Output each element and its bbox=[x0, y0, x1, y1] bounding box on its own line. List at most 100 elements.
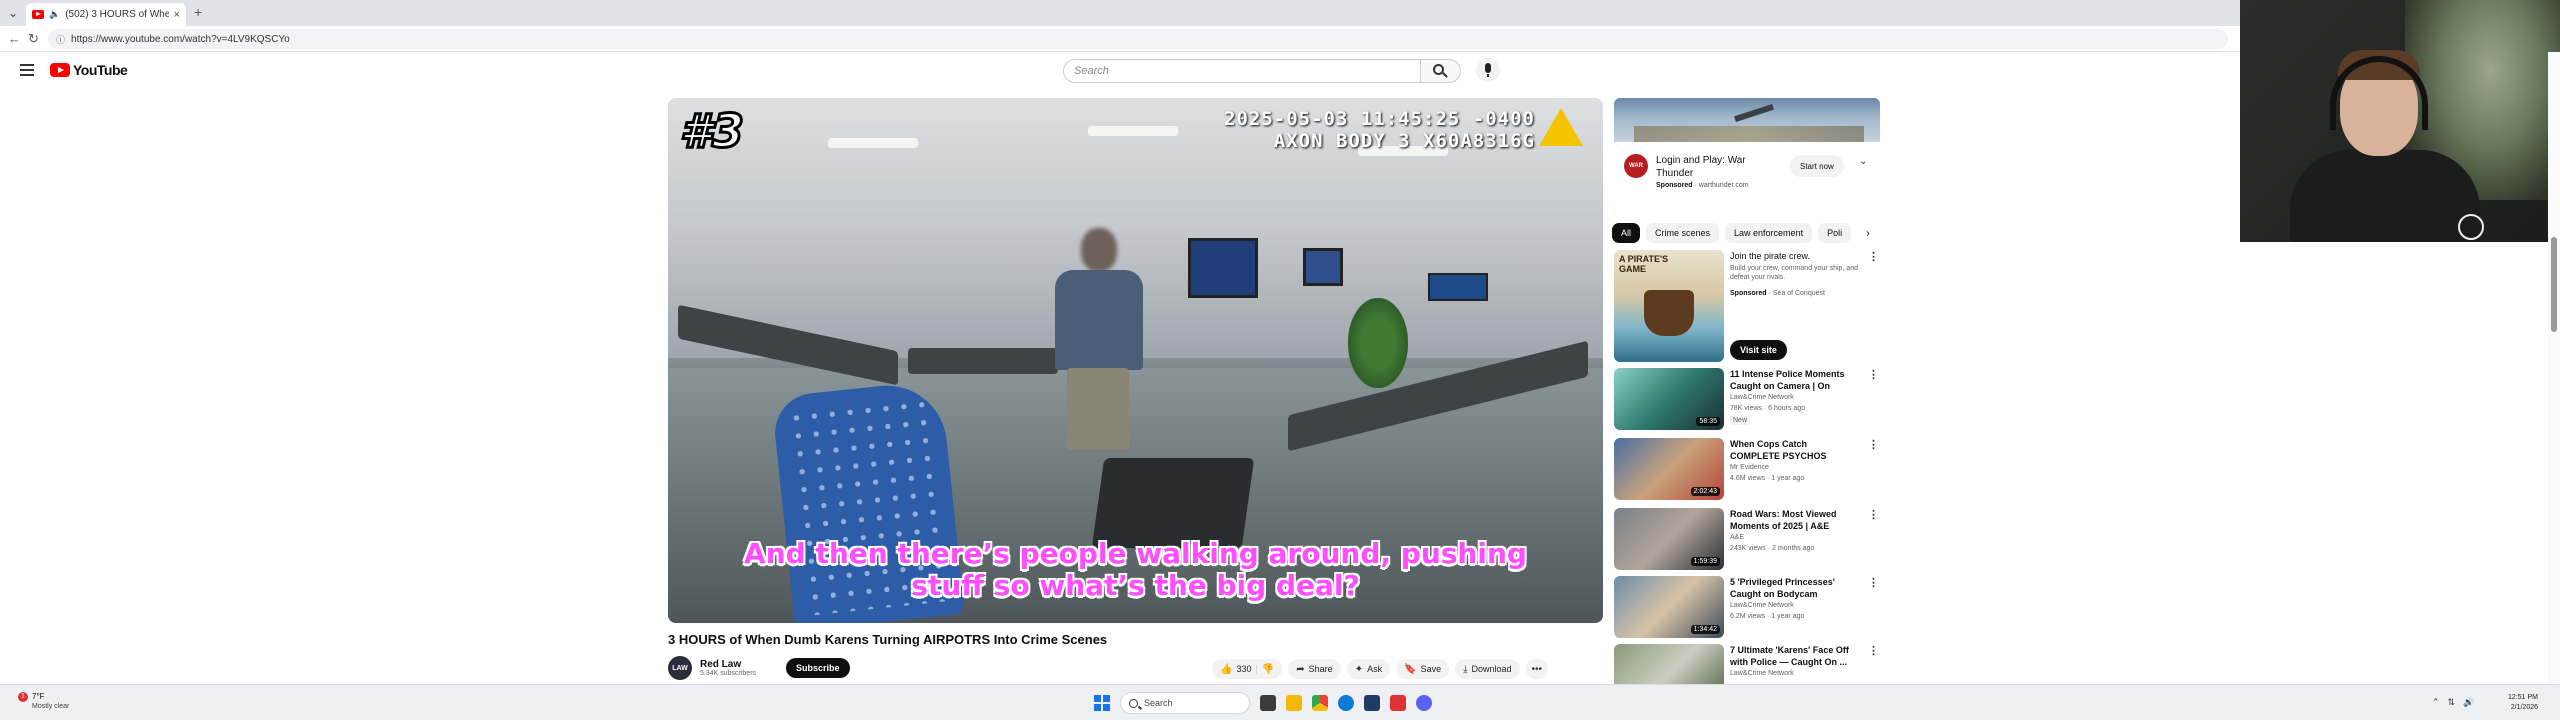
app-red-icon[interactable] bbox=[1390, 695, 1406, 711]
recommendation-thumbnail[interactable]: 58:35 bbox=[1614, 368, 1724, 430]
bodycam-stamp: 2025-05-03 11:45:25 -0400 AXON BODY 3 X6… bbox=[1224, 108, 1535, 152]
recommendation-item[interactable]: 1:34:42 5 'Privileged Princesses' Caught… bbox=[1614, 576, 1880, 638]
chip-law-enforcement[interactable]: Law enforcement bbox=[1725, 223, 1813, 243]
recommendation-title[interactable]: When Cops Catch COMPLETE PSYCHOS bbox=[1730, 438, 1858, 462]
recommendation-channel[interactable]: Mr Evidence bbox=[1730, 464, 1769, 471]
temperature: 7°F bbox=[32, 692, 45, 701]
task-view-icon[interactable] bbox=[1260, 695, 1276, 711]
taskbar-apps: Search bbox=[1094, 691, 1432, 715]
store-icon[interactable] bbox=[1364, 695, 1380, 711]
file-explorer-icon[interactable] bbox=[1286, 695, 1302, 711]
channel-avatar[interactable]: LAW bbox=[668, 656, 692, 680]
recommendation-item[interactable]: 58:35 11 Intense Police Moments Caught o… bbox=[1614, 368, 1880, 430]
recommendation-title[interactable]: 7 Ultimate 'Karens' Face Off with Police… bbox=[1730, 644, 1858, 668]
search-button[interactable] bbox=[1421, 59, 1461, 83]
thumbs-down-icon[interactable]: 👎 bbox=[1262, 664, 1274, 675]
page-scrollbar[interactable] bbox=[2548, 52, 2560, 684]
bodycam-timestamp: 2025-05-03 11:45:25 -0400 bbox=[1224, 108, 1535, 130]
blurred-person bbox=[1043, 228, 1153, 450]
promo-thumbnail[interactable]: A PIRATE'S GAME bbox=[1614, 250, 1724, 362]
url-text: https://www.youtube.com/watch?v=4LV9KQSC… bbox=[71, 33, 290, 45]
site-info-icon[interactable]: ⓘ bbox=[56, 33, 65, 46]
save-button[interactable]: 🔖 Save bbox=[1396, 659, 1450, 679]
recommendation-thumbnail[interactable]: 2:02:43 bbox=[1614, 438, 1724, 500]
recommendation-item[interactable]: 1:59:39 Road Wars: Most Viewed Moments o… bbox=[1614, 508, 1880, 570]
scene-tv-screen bbox=[1188, 238, 1258, 298]
chrome-icon[interactable] bbox=[1312, 695, 1328, 711]
ad-cta-button[interactable]: Start now bbox=[1790, 155, 1844, 177]
share-button[interactable]: ➦ Share bbox=[1288, 659, 1341, 679]
recommendation-channel[interactable]: Law&Crime Network bbox=[1730, 670, 1794, 677]
more-actions-button[interactable]: ••• bbox=[1525, 659, 1549, 679]
taskbar-search-label: Search bbox=[1144, 698, 1173, 708]
tab-list-chevron-icon[interactable]: ⌄ bbox=[8, 6, 18, 20]
scrollbar-thumb[interactable] bbox=[2551, 237, 2557, 332]
subscribe-button[interactable]: Subscribe bbox=[786, 658, 850, 678]
search-input[interactable]: Search bbox=[1063, 59, 1421, 83]
url-field[interactable]: ⓘ https://www.youtube.com/watch?v=4LV9KQ… bbox=[48, 29, 2228, 49]
windows-start-icon[interactable] bbox=[1094, 695, 1110, 711]
taskbar-clock[interactable]: 12:51 PM 2/1/2026 bbox=[2494, 693, 2538, 713]
channel-row: LAW Red Law 5.34K subscribers Subscribe bbox=[668, 656, 850, 680]
volume-icon[interactable]: 🔊 bbox=[2463, 697, 2474, 708]
more-vertical-icon[interactable]: ⋮ bbox=[1868, 368, 1879, 381]
ad-advertiser-logo[interactable]: WAR bbox=[1624, 154, 1648, 178]
ask-button[interactable]: ✦ Ask bbox=[1346, 659, 1391, 679]
tray-overflow-chevron-icon[interactable]: ⌃ bbox=[2432, 697, 2440, 708]
reload-icon[interactable]: ↻ bbox=[28, 31, 39, 47]
ad-domain: · warthunder.com bbox=[1694, 182, 1749, 189]
speaker-icon[interactable]: 🔈 bbox=[49, 9, 60, 20]
recommendation-item[interactable]: 2:02:43 When Cops Catch COMPLETE PSYCHOS… bbox=[1614, 438, 1880, 500]
hamburger-menu-icon[interactable] bbox=[20, 64, 34, 79]
video-player[interactable]: #3 2025-05-03 11:45:25 -0400 AXON BODY 3… bbox=[668, 98, 1603, 623]
taskbar-search-box[interactable]: Search bbox=[1120, 692, 1250, 714]
network-icon[interactable]: ⇅ bbox=[2448, 697, 2456, 708]
scene-light bbox=[1088, 126, 1178, 136]
chip-all[interactable]: All bbox=[1612, 223, 1641, 243]
download-button[interactable]: ⤓ Download bbox=[1455, 659, 1520, 679]
voice-search-mic-icon[interactable] bbox=[1476, 58, 1500, 82]
like-count[interactable]: 330 bbox=[1236, 664, 1251, 674]
discord-icon[interactable] bbox=[1416, 695, 1432, 711]
ad-title[interactable]: Login and Play: War Thunder bbox=[1656, 154, 1766, 180]
video-duration: 1:59:39 bbox=[1690, 557, 1720, 566]
recommendation-title[interactable]: Road Wars: Most Viewed Moments of 2025 |… bbox=[1730, 508, 1858, 532]
webcam-overlay bbox=[2240, 0, 2560, 242]
channel-name[interactable]: Red Law bbox=[700, 659, 776, 670]
recommendation-channel[interactable]: A&E bbox=[1730, 534, 1744, 541]
more-vertical-icon[interactable]: ⋮ bbox=[1868, 644, 1879, 657]
more-vertical-icon[interactable]: ⋮ bbox=[1868, 250, 1879, 263]
recommendation-thumbnail[interactable]: 1:34:42 bbox=[1614, 576, 1724, 638]
recommendation-item[interactable]: 7 Ultimate 'Karens' Face Off with Police… bbox=[1614, 644, 1880, 684]
back-arrow-icon[interactable]: ← bbox=[8, 31, 21, 46]
youtube-logo[interactable]: YouTube bbox=[50, 62, 128, 78]
chip-crime-scenes[interactable]: Crime scenes bbox=[1646, 223, 1720, 243]
promo-title[interactable]: Join the pirate crew. bbox=[1730, 250, 1858, 262]
more-vertical-icon[interactable]: ⋮ bbox=[1868, 576, 1879, 589]
promo-advertiser: · Sea of Conquest bbox=[1768, 290, 1825, 297]
visit-site-button[interactable]: Visit site bbox=[1730, 340, 1787, 360]
recommendation-views: 6.2M views · 1 year ago bbox=[1730, 613, 1805, 620]
recommendation-thumbnail[interactable] bbox=[1614, 644, 1724, 684]
new-tab-button[interactable]: + bbox=[194, 4, 202, 20]
promoted-item[interactable]: A PIRATE'S GAME Join the pirate crew. Bu… bbox=[1614, 250, 1880, 362]
edge-icon[interactable] bbox=[1338, 695, 1354, 711]
tab-close-icon[interactable]: × bbox=[174, 9, 180, 21]
recommendation-channel[interactable]: Law&Crime Network bbox=[1730, 602, 1794, 609]
ad-sponsored-label: Sponsored bbox=[1656, 182, 1693, 189]
recommendation-thumbnail[interactable]: 1:59:39 bbox=[1614, 508, 1724, 570]
webcam-person-shirt bbox=[2290, 150, 2480, 242]
more-vertical-icon[interactable]: ⋮ bbox=[1868, 438, 1879, 451]
more-horizontal-icon: ••• bbox=[1531, 663, 1543, 675]
chip-poli[interactable]: Poli bbox=[1818, 223, 1852, 243]
ad-expand-chevron-icon[interactable]: ⌄ bbox=[1859, 156, 1867, 167]
recommendation-title[interactable]: 5 'Privileged Princesses' Caught on Body… bbox=[1730, 576, 1858, 600]
chips-next-chevron-icon[interactable]: › bbox=[1856, 223, 1880, 243]
recommendation-channel[interactable]: Law&Crime Network bbox=[1730, 394, 1794, 401]
thumbs-up-icon[interactable]: 👍 bbox=[1220, 664, 1232, 675]
bookmark-icon: 🔖 bbox=[1404, 663, 1417, 675]
recommendation-title[interactable]: 11 Intense Police Moments Caught on Came… bbox=[1730, 368, 1858, 392]
more-vertical-icon[interactable]: ⋮ bbox=[1868, 508, 1879, 521]
ad-banner-image[interactable] bbox=[1614, 98, 1880, 142]
browser-tab-youtube[interactable]: 🔈 (502) 3 HOURS of When Dumb × bbox=[26, 3, 186, 26]
